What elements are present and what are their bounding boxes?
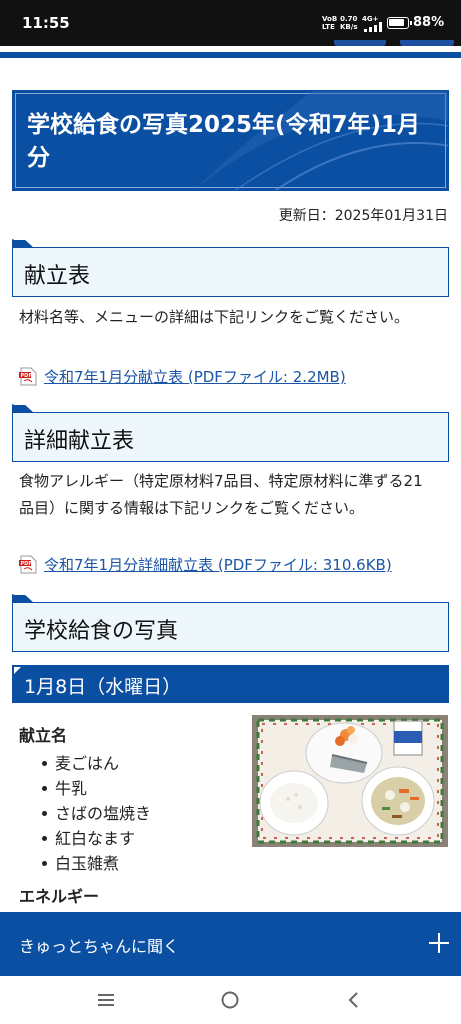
header-button-partial[interactable]: [334, 40, 386, 46]
section-heading-photos: 学校給食の写真: [12, 594, 449, 652]
list-item: さばの塩焼き: [40, 801, 151, 826]
battery-percent: 88%: [413, 15, 445, 30]
section-heading-kondate: 献立表: [12, 239, 449, 297]
list-item: 白玉雑煮: [40, 851, 151, 876]
status-time: 11:55: [22, 14, 70, 32]
battery-icon: [387, 17, 412, 29]
header-button-partial[interactable]: [400, 40, 454, 46]
ask-label: きゅっとちゃんに聞く: [19, 937, 180, 956]
network-speed: 0.70 KB/s: [340, 15, 358, 31]
meal-photo[interactable]: [252, 715, 448, 847]
page-title: 学校給食の写真2025年(令和7年)1月分: [27, 112, 421, 171]
pdf-icon: PDF: [19, 555, 37, 574]
list-item: 紅白なます: [40, 826, 151, 851]
page-title-box: 学校給食の写真2025年(令和7年)1月分: [12, 90, 449, 191]
shosai-pdf-link[interactable]: 令和7年1月分詳細献立表 (PDFファイル: 310.6KB): [44, 554, 392, 576]
menu-list: 麦ごはん 牛乳 さばの塩焼き 紅白なます 白玉雑煮: [40, 751, 151, 876]
kondate-pdf-link[interactable]: 令和7年1月分献立表 (PDFファイル: 2.2MB): [44, 366, 346, 388]
signal-bars-icon: [364, 22, 384, 32]
plus-icon[interactable]: [429, 933, 449, 953]
updated-date: 更新日：2025年01月31日: [278, 208, 448, 224]
list-item: 牛乳: [40, 776, 151, 801]
system-nav-bar: [0, 976, 461, 1024]
list-item: 麦ごはん: [40, 751, 151, 776]
pdf-icon: PDF: [19, 367, 37, 386]
svg-text:PDF: PDF: [21, 373, 32, 379]
status-bar: 11:55 VoB LTE 0.70 KB/s 4G+ 88%: [0, 0, 461, 46]
section-heading-shosai: 詳細献立表: [12, 404, 449, 462]
day-heading: 1月8日（水曜日）: [12, 665, 449, 703]
energy-label: エネルギー: [19, 887, 100, 906]
header-divider: [0, 52, 461, 58]
svg-text:PDF: PDF: [21, 561, 32, 567]
back-icon[interactable]: [342, 988, 366, 1012]
recent-apps-icon[interactable]: [94, 988, 118, 1012]
ask-kyutto-chan-bar[interactable]: きゅっとちゃんに聞く: [0, 912, 461, 976]
shosai-description: 食物アレルギー（特定原材料7品目、特定原材料に準ずる21 品目）に関する情報は下…: [19, 472, 423, 517]
home-icon[interactable]: [218, 988, 242, 1012]
menu-label: 献立名: [19, 726, 68, 745]
volte-indicator: VoB LTE: [322, 15, 338, 31]
kondate-description: 材料名等、メニューの詳細は下記リンクをご覧ください。: [19, 308, 410, 326]
